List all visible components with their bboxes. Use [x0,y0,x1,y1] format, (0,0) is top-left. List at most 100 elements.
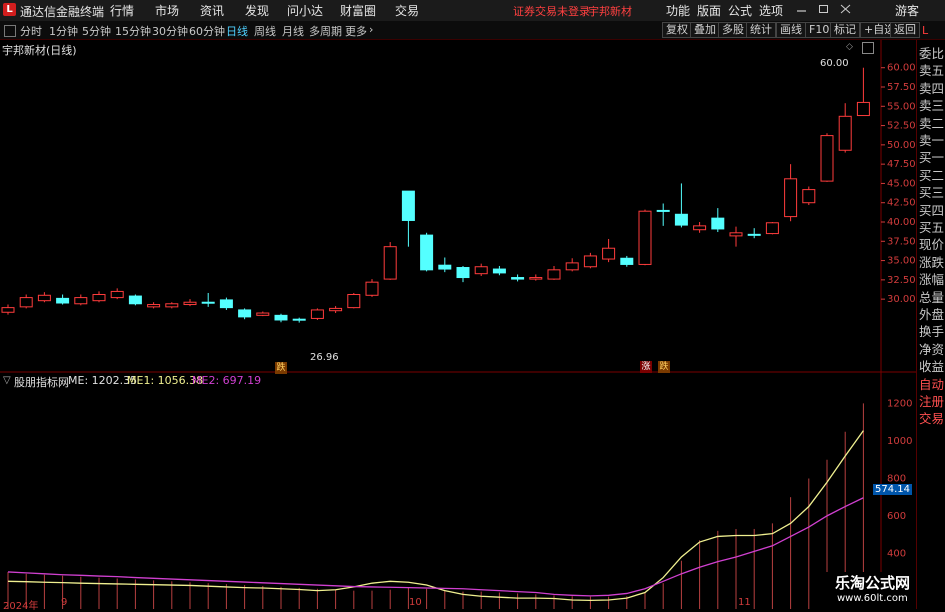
price-axis-label: 35.00 [887,256,916,267]
candle-body [547,269,561,280]
period-30min[interactable]: 30分钟 [152,23,188,39]
watermark-main: 乐淘公式网 [835,574,911,592]
close-icon[interactable] [839,3,852,15]
candle [529,274,543,281]
candle [92,291,106,303]
candle [274,313,288,323]
menu-layout[interactable]: 版面 [697,2,721,19]
menu-quotes[interactable]: 行情 [110,2,134,19]
period-multi[interactable]: 多周期 [309,23,342,39]
side-panel-item: 买一 [919,150,945,166]
candle-body [310,309,324,319]
menu-formula[interactable]: 公式 [728,2,752,19]
menu-wealth[interactable]: 财富圈 [340,2,376,19]
tool-adjust[interactable]: 复权 [662,22,692,38]
limit-up-tag[interactable]: 涨 [640,361,652,373]
panel-toggle-icon[interactable] [4,25,16,37]
more-chevron-icon[interactable]: › [369,23,373,36]
limit-down-tag-2[interactable]: 跌 [658,361,670,373]
high-annotation: 60.00 [820,58,849,69]
period-60min[interactable]: 60分钟 [189,23,225,39]
candle-body [656,209,670,212]
candle [456,265,470,283]
side-panel-item: 买五 [919,220,945,235]
candle [856,67,870,117]
candle [256,311,270,317]
side-panel-item: 委比 [919,46,945,61]
x-label-9: 9 [61,597,68,608]
tool-draw[interactable]: 画线 [776,22,806,38]
candle-body [219,299,233,309]
period-5min[interactable]: 5分钟 [82,23,111,39]
candle-body [147,304,161,308]
period-15min[interactable]: 15分钟 [115,23,151,39]
tool-back[interactable]: 返回 [890,22,920,38]
side-panel-item[interactable]: 注册 [919,394,944,410]
candle [565,258,579,272]
candle-body [201,301,215,304]
period-monthly[interactable]: 月线 [282,23,304,39]
candle-body [56,297,70,304]
side-panel-item[interactable]: 自动 [919,377,944,393]
candle [19,294,33,309]
price-axis-label: 47.50 [887,159,916,170]
tool-overlay[interactable]: 叠加 [690,22,720,38]
axis-group: 60.00 57.50 55.00 52.50 50.00 47.50 45.00 42.50… [881,63,916,597]
period-1min[interactable]: 1分钟 [49,23,78,39]
price-axis-label: 60.00 [887,63,916,74]
low-annotation: 26.96 [310,352,339,363]
candle-body [438,264,452,270]
candle [238,308,252,320]
candle [219,297,233,310]
trade-login-notice[interactable]: 证券交易未登录 [513,3,590,19]
menu-market[interactable]: 市场 [155,2,179,19]
period-toolbar: 分时 1分钟 5分钟 15分钟 30分钟 60分钟 日线 周线 月线 多周期 更… [0,21,945,40]
candle-body [529,277,543,280]
candle-body [37,294,51,302]
chart-title: 宇邦新材(日线) [2,44,77,57]
side-panel-item: 卖一 [919,133,945,148]
period-weekly[interactable]: 周线 [254,23,276,39]
candle-body [420,234,434,271]
indicator-toggle-icon[interactable]: ▽ [3,375,11,386]
kline-chart[interactable]: 60.00 57.50 55.00 52.50 50.00 47.50 45.00 42.50… [0,40,916,609]
diamond-icon[interactable]: ◇ [846,42,856,52]
period-daily[interactable]: 日线 [226,23,248,39]
indicator-line [7,430,864,602]
maximize-icon[interactable] [817,3,830,15]
candle-body [347,294,361,309]
period-intraday[interactable]: 分时 [20,23,42,39]
limit-down-tag[interactable]: 跌 [275,362,287,374]
watermark-url: www.60lt.com [837,593,908,604]
tool-multistock[interactable]: 多股 [718,22,748,38]
menu-news[interactable]: 资讯 [200,2,224,19]
candle [329,306,343,314]
candle-body [638,210,652,265]
tool-stats[interactable]: 统计 [746,22,776,38]
panel-icon[interactable] [862,42,874,54]
candle-body [110,290,124,299]
candle [165,302,179,309]
menu-discover[interactable]: 发现 [245,2,269,19]
candle-body [711,217,725,230]
tool-mark[interactable]: 标记 [830,22,860,38]
x-label-10: 10 [409,597,422,608]
indicator-line [7,497,864,597]
candle [638,209,652,266]
minimize-icon[interactable] [795,3,808,15]
candle [365,279,379,297]
menu-function[interactable]: 功能 [666,2,690,19]
app-logo-icon: L [3,3,16,16]
side-panel-item: 收益 [919,359,945,375]
side-panel-item[interactable]: 交易 [919,411,944,427]
candle [37,292,51,303]
price-axis-label: 57.50 [887,82,916,93]
candle [693,222,707,233]
indicator-axis-label: 800 [887,473,906,484]
user-guest[interactable]: 游客 [895,2,919,19]
menu-ask[interactable]: 问小达 [287,2,323,19]
period-more[interactable]: 更多 [345,23,367,39]
menu-trade[interactable]: 交易 [395,2,419,19]
menu-options[interactable]: 选项 [759,2,783,19]
candle-body [674,213,688,226]
